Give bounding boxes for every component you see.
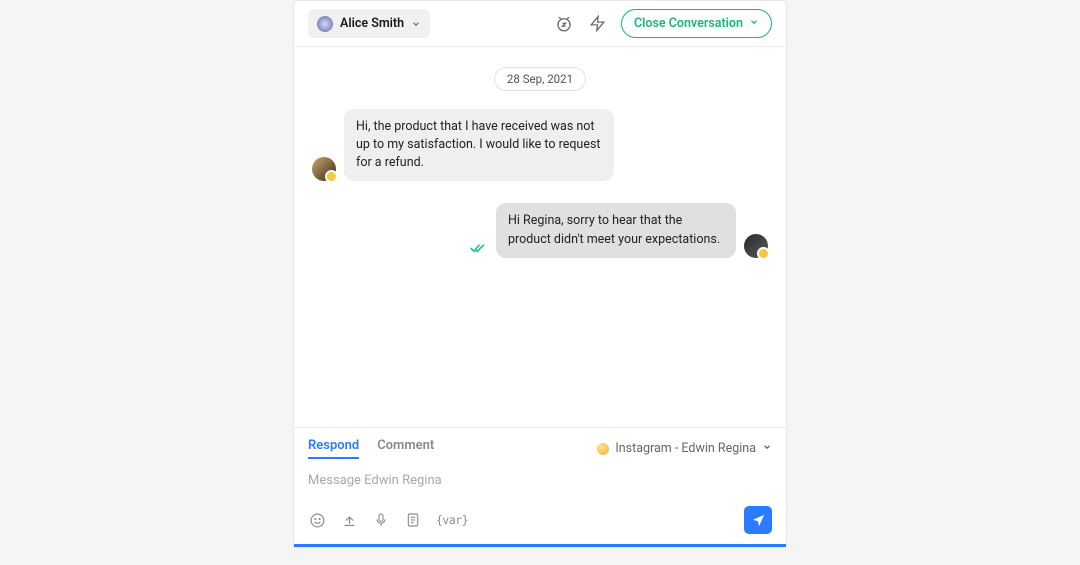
contact-avatar <box>312 157 336 181</box>
attach-button[interactable] <box>340 511 358 529</box>
variable-button[interactable]: {var} <box>436 513 468 527</box>
instagram-icon <box>597 443 609 455</box>
date-separator: 28 Sep, 2021 <box>494 67 586 91</box>
tab-respond[interactable]: Respond <box>308 438 359 459</box>
quick-action-button[interactable] <box>587 13 609 35</box>
agent-avatar <box>744 234 768 258</box>
agent-avatar-icon <box>317 16 333 32</box>
send-button[interactable] <box>744 506 772 534</box>
channel-selector[interactable]: Instagram - Edwin Regina <box>597 441 772 456</box>
close-conversation-label: Close Conversation <box>634 16 743 31</box>
message-bubble: Hi Regina, sorry to hear that the produc… <box>496 203 736 257</box>
message-row: Hi Regina, sorry to hear that the produc… <box>312 203 768 257</box>
composer-toolbar-left: {var} <box>308 511 468 529</box>
message-input[interactable]: Message Edwin Regina <box>308 469 772 506</box>
composer-tabs: Respond Comment Instagram - Edwin Regina <box>308 438 772 459</box>
composer-accent-bar <box>294 544 786 547</box>
message-bubble: Hi, the product that I have received was… <box>344 109 614 181</box>
snooze-button[interactable] <box>553 13 575 35</box>
chevron-down-icon <box>411 14 421 33</box>
composer: Respond Comment Instagram - Edwin Regina… <box>294 427 786 544</box>
tab-comment[interactable]: Comment <box>377 438 434 459</box>
conversation-header: Alice Smith Close Conversation <box>294 1 786 47</box>
emoji-button[interactable] <box>308 511 326 529</box>
channel-label: Instagram - Edwin Regina <box>615 441 756 456</box>
template-button[interactable] <box>404 511 422 529</box>
message-row: Hi, the product that I have received was… <box>312 109 768 181</box>
voice-button[interactable] <box>372 511 390 529</box>
header-actions: Close Conversation <box>553 9 772 38</box>
agent-name-label: Alice Smith <box>340 16 404 31</box>
chevron-down-icon <box>762 441 772 456</box>
read-receipt-icon <box>470 239 486 258</box>
conversation-panel: Alice Smith Close Conversation <box>293 0 787 548</box>
chevron-down-icon <box>749 16 759 31</box>
composer-tabs-left: Respond Comment <box>308 438 434 459</box>
messages-area: 28 Sep, 2021 Hi, the product that I have… <box>294 47 786 427</box>
composer-toolbar: {var} <box>308 506 772 534</box>
close-conversation-button[interactable]: Close Conversation <box>621 9 772 38</box>
assigned-agent-dropdown[interactable]: Alice Smith <box>308 9 430 38</box>
